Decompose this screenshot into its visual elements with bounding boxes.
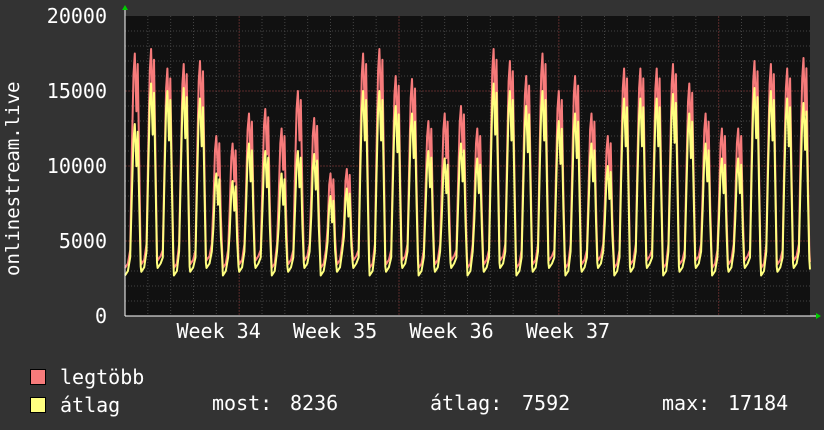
- x-tick-label: Week 34: [176, 319, 260, 343]
- y-tick-label: 5000: [59, 229, 107, 253]
- y-tick-label: 0: [95, 304, 107, 328]
- y-axis-label: onlinestream.live: [2, 81, 24, 276]
- x-axis-arrow: [816, 313, 821, 319]
- x-tick-label: Week 37: [526, 319, 610, 343]
- x-tick-label: Week 36: [409, 319, 493, 343]
- y-tick-label: 10000: [47, 154, 107, 178]
- y-axis-arrow: [122, 5, 128, 10]
- y-tick-label: 15000: [47, 79, 107, 103]
- x-tick-label: Week 35: [293, 319, 377, 343]
- chart: 0 5000 10000 15000 20000 Week 34 Week 35 Week 3…: [47, 4, 821, 343]
- y-tick-label: 20000: [47, 4, 107, 28]
